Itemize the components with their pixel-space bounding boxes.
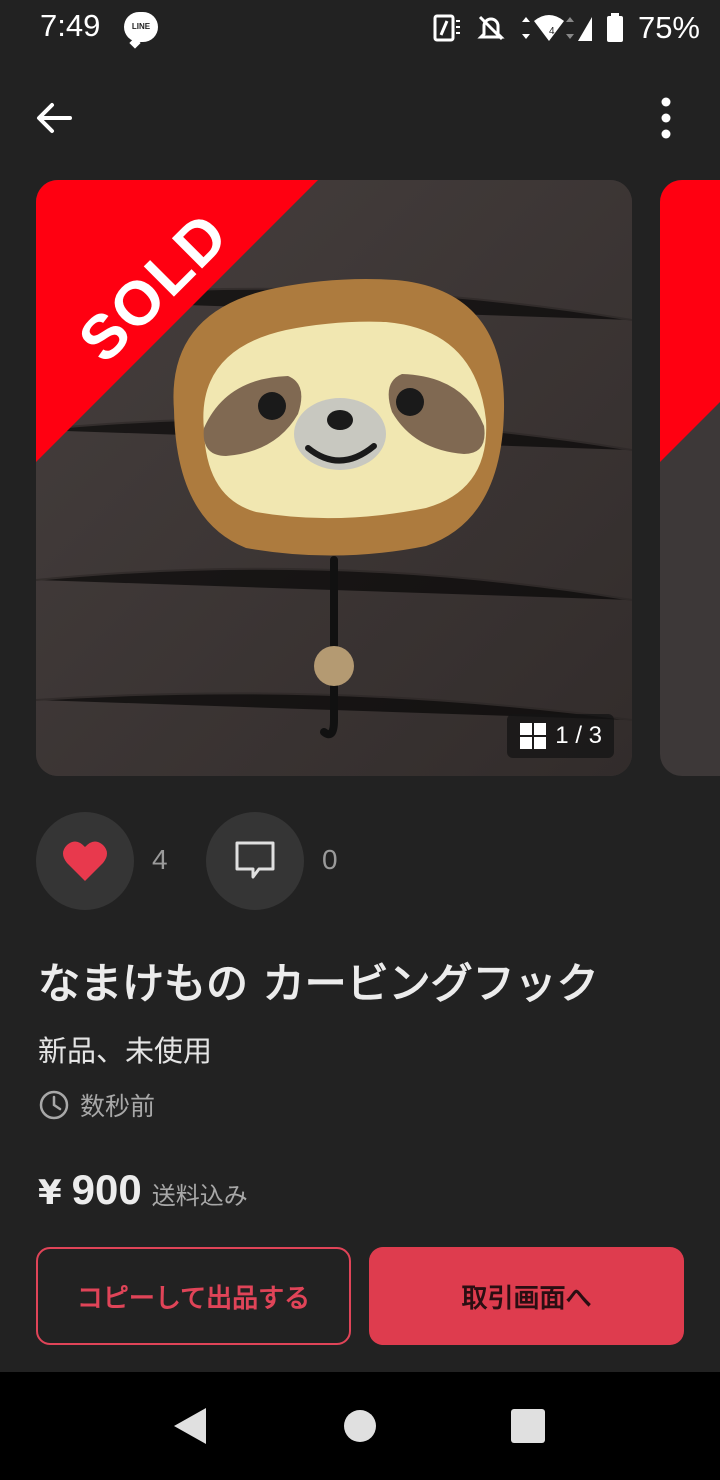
wifi-icon: 4 xyxy=(521,15,592,41)
nav-back-button[interactable] xyxy=(166,1402,214,1450)
action-row: 4 0 xyxy=(36,812,686,912)
image-counter-text: 1 / 3 xyxy=(555,722,602,749)
copy-listing-button[interactable]: コピーして出品する xyxy=(36,1247,351,1345)
svg-text:4: 4 xyxy=(549,26,555,37)
price-currency: ¥ xyxy=(38,1173,62,1213)
heart-icon xyxy=(63,841,107,881)
posted-time: 数秒前 xyxy=(80,1092,156,1121)
more-options-button[interactable] xyxy=(642,94,690,142)
nav-recents-button[interactable] xyxy=(504,1402,552,1450)
price-row: ¥ 900 送料込み xyxy=(38,1166,248,1222)
nav-back-icon xyxy=(174,1408,206,1444)
nav-recents-icon xyxy=(511,1409,545,1443)
more-vert-icon xyxy=(661,97,671,139)
system-nav-bar xyxy=(0,1372,720,1480)
product-condition: 新品、未使用 xyxy=(38,1034,213,1068)
product-title: なまけもの カービングフック xyxy=(38,959,599,1008)
posted-time-row: 数秒前 xyxy=(38,1088,155,1122)
status-time: 7:49 xyxy=(40,8,101,43)
status-bar: 7:49 LINE 4 75% xyxy=(0,0,720,56)
comment-icon xyxy=(235,841,275,879)
nav-home-icon xyxy=(344,1410,376,1442)
nfc-icon xyxy=(433,14,460,42)
mute-icon xyxy=(477,15,505,41)
go-to-transaction-button[interactable]: 取引画面へ xyxy=(369,1247,684,1345)
price-value: 900 xyxy=(71,1166,142,1213)
image-carousel[interactable]: SOLD 1 / 3 xyxy=(0,180,720,776)
battery-percent: 75% xyxy=(637,10,700,45)
comments-count: 0 xyxy=(322,844,338,875)
sold-banner-next xyxy=(660,180,720,462)
like-button[interactable] xyxy=(36,812,134,910)
product-photo[interactable]: SOLD 1 / 3 xyxy=(36,180,632,776)
top-app-bar xyxy=(0,80,720,156)
battery-icon xyxy=(606,13,623,42)
line-badge-label: LINE xyxy=(131,22,151,31)
clock-icon xyxy=(39,1090,69,1120)
nav-home-button[interactable] xyxy=(336,1402,384,1450)
grid-icon xyxy=(520,723,547,749)
shipping-note: 送料込み xyxy=(151,1182,248,1210)
likes-count: 4 xyxy=(152,844,168,875)
status-icons: 4 75% xyxy=(432,8,700,48)
back-arrow-icon xyxy=(37,103,72,133)
image-counter[interactable]: 1 / 3 xyxy=(507,714,614,758)
line-notification-icon: LINE xyxy=(124,12,158,42)
comment-button[interactable] xyxy=(206,812,304,910)
next-product-photo[interactable] xyxy=(660,180,720,776)
back-button[interactable] xyxy=(30,94,78,142)
